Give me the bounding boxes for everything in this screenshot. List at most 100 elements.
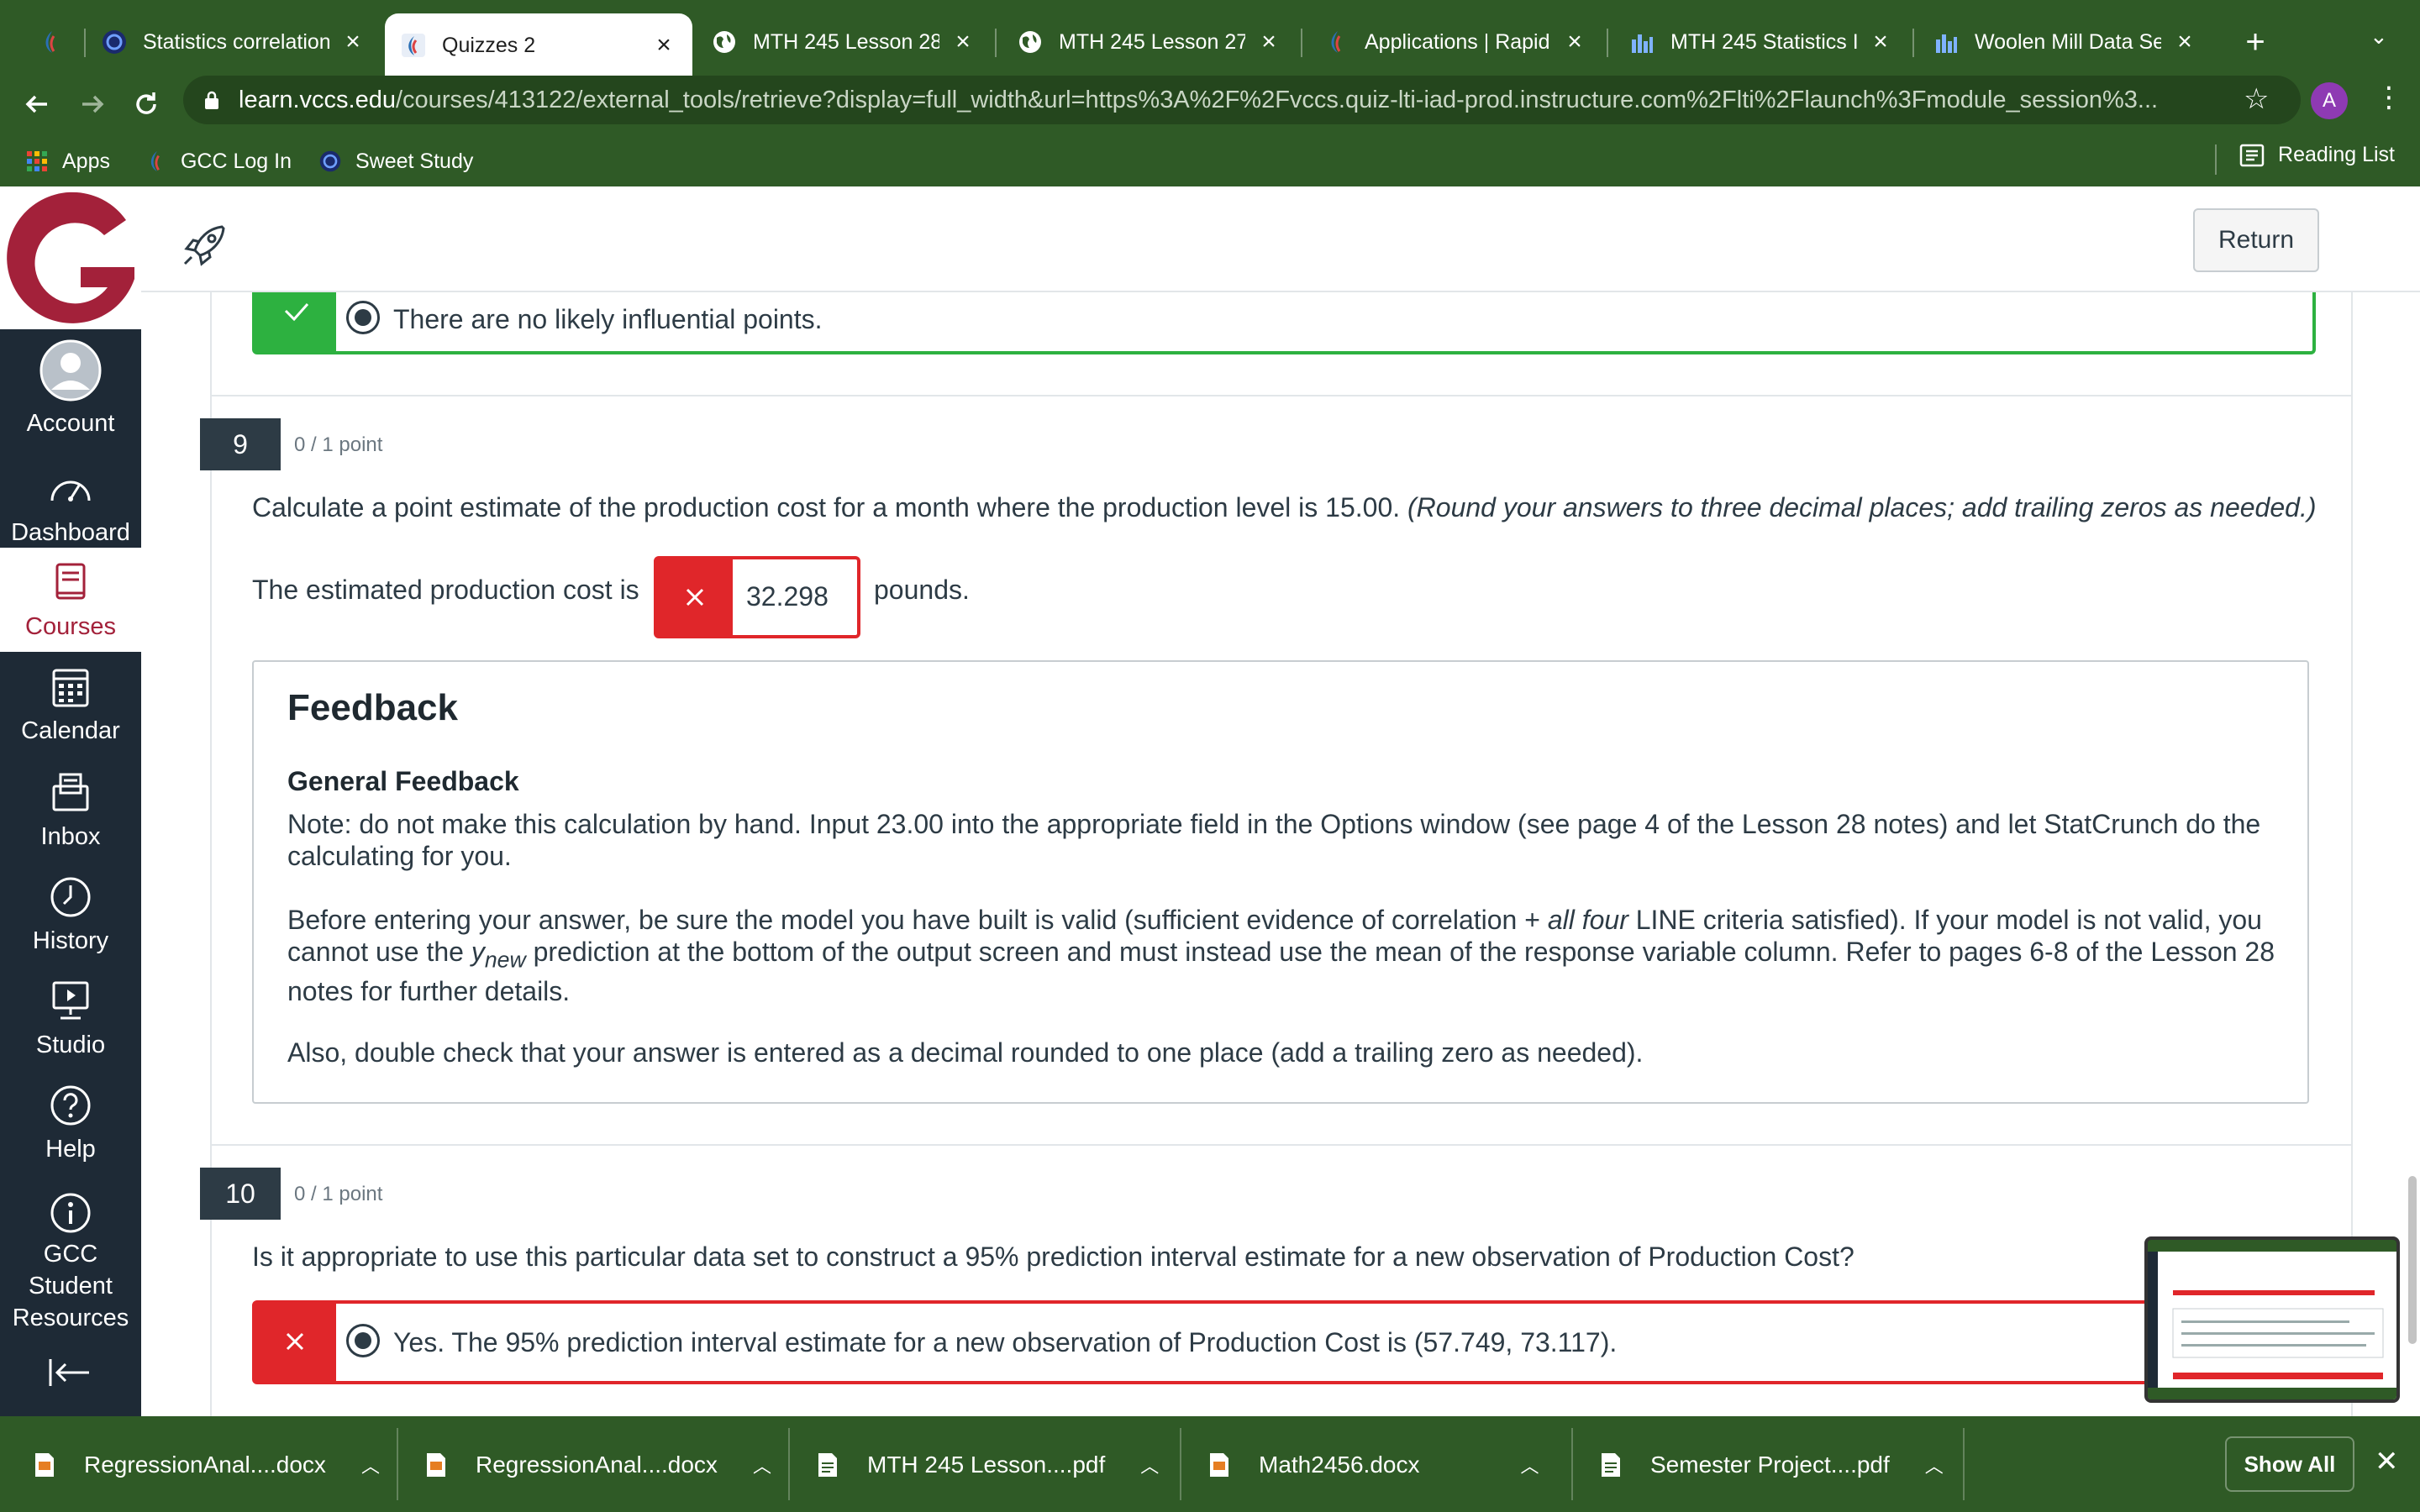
tab-separator (1301, 29, 1302, 57)
close-icon[interactable]: × (339, 28, 366, 56)
browser-menu-icon[interactable]: ⋮ (2375, 81, 2403, 114)
tab-mth245-lesson28[interactable]: MTH 245 Lesson 28 × (696, 13, 992, 71)
bookmark-sweet-study[interactable]: Sweet Study (318, 150, 473, 174)
tab-label: Statistics correlation (143, 29, 329, 54)
chevron-up-icon[interactable]: ︿ (1925, 1452, 1944, 1478)
download-item[interactable]: MTH 245 Lesson....pdf ︿ (817, 1433, 1159, 1497)
download-item[interactable]: RegressionAnal....docx ︿ (34, 1433, 380, 1497)
course-hero-icon (101, 29, 128, 55)
bookmark-label: GCC Log In (180, 149, 292, 173)
forward-button[interactable] (72, 84, 113, 124)
nav-courses[interactable]: Courses (0, 548, 141, 652)
back-button[interactable] (17, 84, 57, 124)
feedback-paragraph-3: Also, double check that your answer is e… (287, 1037, 1644, 1068)
history-clock-icon (50, 877, 91, 917)
bookmark-apps[interactable]: Apps (25, 150, 110, 174)
close-icon[interactable]: × (1561, 28, 1588, 56)
thumbnail-preview-image (2148, 1240, 2396, 1399)
gcc-logo[interactable] (0, 186, 141, 329)
inbox-icon (52, 773, 89, 811)
address-bar[interactable]: learn.vccs.edu/courses/413122/external_t… (183, 76, 2301, 124)
close-icon[interactable]: × (2171, 28, 2198, 56)
new-tab-button[interactable]: + (2235, 22, 2275, 62)
tab-woolen-mill-data[interactable]: Woolen Mill Data Set × (1918, 13, 2213, 71)
close-icon[interactable]: × (1867, 28, 1894, 56)
nav-label: Courses (25, 613, 116, 640)
close-icon[interactable]: × (950, 28, 976, 56)
feedback-text: prediction at the bottom of the output s… (287, 937, 2275, 1007)
nav-studio[interactable]: Studio (0, 979, 141, 1072)
profile-avatar[interactable]: A (2311, 82, 2348, 119)
tab-applications[interactable]: Applications | Rapidi × (1307, 13, 1603, 71)
download-separator (788, 1428, 790, 1500)
chevron-up-icon[interactable]: ︿ (1140, 1452, 1159, 1478)
screenshot-thumbnail[interactable] (2144, 1236, 2400, 1403)
tab-search-chevron-icon[interactable]: ⌄ (2370, 24, 2388, 50)
nav-history[interactable]: History (0, 875, 141, 968)
nav-label: Studio (35, 1032, 106, 1058)
bookmark-label: Apps (62, 149, 110, 173)
tab-label: MTH 245 Statistics I (1670, 29, 1857, 54)
url-path: /courses/413122/external_tools/retrieve?… (396, 86, 2159, 113)
reload-button[interactable] (126, 84, 166, 124)
answer-prefix: The estimated production cost is (252, 575, 639, 605)
chevron-up-icon[interactable]: ︿ (1520, 1452, 1539, 1478)
statcrunch-icon (1933, 29, 1960, 55)
show-all-downloads-button[interactable]: Show All (2225, 1436, 2354, 1492)
canvas-icon (150, 150, 160, 172)
y-subscript: new (484, 947, 526, 973)
feedback-title: Feedback (287, 687, 458, 728)
pdf-file-icon (818, 1453, 837, 1477)
tab-statistics-correlation[interactable]: Statistics correlation × (86, 13, 381, 71)
nav-inbox[interactable]: Inbox (0, 771, 141, 864)
courses-book-icon (55, 563, 86, 600)
scrollbar-thumb[interactable] (2408, 1176, 2417, 1344)
nav-label: Help (45, 1136, 96, 1163)
gcc-logo-icon (7, 192, 135, 323)
bookmark-label: Sweet Study (355, 149, 474, 173)
return-button[interactable]: Return (2193, 208, 2319, 272)
docx-file-icon (1210, 1453, 1228, 1477)
download-item[interactable]: RegressionAnal....docx ︿ (425, 1433, 771, 1497)
chevron-up-icon[interactable]: ︿ (753, 1452, 771, 1478)
nav-help[interactable]: Help (0, 1084, 141, 1176)
y-symbol: y (471, 937, 485, 967)
reading-list-button[interactable]: Reading List (2239, 143, 2395, 167)
nav-student-resources[interactable]: GCC Student Resources (0, 1191, 141, 1331)
correct-check-icon (255, 292, 336, 351)
rocket-icon (180, 220, 230, 270)
download-filename: Semester Project....pdf (1650, 1452, 1890, 1478)
close-icon[interactable]: × (1255, 28, 1282, 56)
question-points: 0 / 1 point (294, 433, 383, 456)
feedback-text: Before entering your answer, be sure the… (287, 905, 1548, 935)
docx-file-icon (35, 1453, 54, 1477)
tab-quizzes-2[interactable]: Quizzes 2 × (385, 13, 692, 77)
tab-pinned[interactable] (22, 13, 81, 71)
tab-label: MTH 245 Lesson 28 (753, 29, 939, 54)
answer-option-incorrect: Yes. The 95% prediction interval estimat… (252, 1300, 2316, 1384)
chevron-up-icon[interactable]: ︿ (361, 1452, 380, 1478)
question-text: Calculate a point estimate of the produc… (252, 492, 2316, 523)
close-icon[interactable]: ✕ (2375, 1445, 2399, 1478)
nav-account[interactable]: Account (0, 339, 141, 440)
download-item[interactable]: Math2456.docx ︿ (1208, 1433, 1539, 1497)
question-number: 9 (200, 418, 281, 470)
close-icon[interactable]: × (650, 31, 677, 60)
bookmark-gcc-login[interactable]: GCC Log In (144, 150, 292, 174)
radio-selected (346, 1324, 380, 1357)
nav-dashboard[interactable]: Dashboard (0, 467, 141, 551)
tab-mth245-lesson27[interactable]: MTH 245 Lesson 27 × (1002, 13, 1297, 71)
question-text: Is it appropriate to use this particular… (252, 1242, 1854, 1272)
nav-label: Account (26, 410, 115, 437)
incorrect-x-icon (657, 559, 733, 635)
info-icon (50, 1193, 91, 1233)
nav-label: Calendar (21, 717, 120, 744)
collapse-arrow-icon (49, 1359, 89, 1386)
download-separator (397, 1428, 398, 1500)
nav-calendar[interactable]: Calendar (0, 665, 141, 758)
bookmark-star-icon[interactable]: ☆ (2244, 82, 2269, 116)
lock-icon (205, 91, 218, 109)
download-item[interactable]: Semester Project....pdf ︿ (1600, 1433, 1944, 1497)
collapse-nav-button[interactable] (47, 1356, 94, 1389)
tab-mth245-statistics[interactable]: MTH 245 Statistics I × (1613, 13, 1909, 71)
